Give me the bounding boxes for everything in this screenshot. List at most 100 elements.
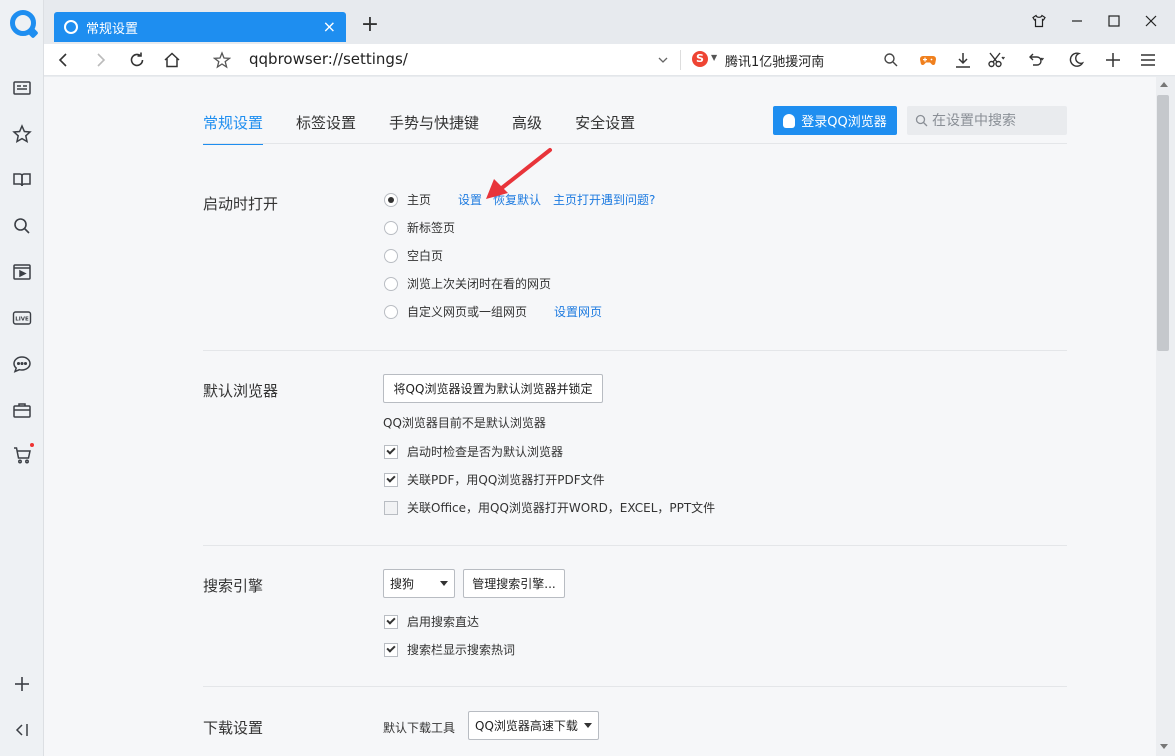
scroll-up-arrow-icon[interactable] <box>1160 82 1168 87</box>
tshirt-skin-icon[interactable] <box>1028 10 1050 32</box>
tab-advanced[interactable]: 高级 <box>512 112 542 145</box>
check-associate-office[interactable]: 关联Office，用QQ浏览器打开WORD，EXCEL，PPT文件 <box>384 499 715 516</box>
qq-browser-logo-icon[interactable] <box>10 10 36 36</box>
default-browser-status: QQ浏览器目前不是默认浏览器 <box>383 416 546 430</box>
tab-security-settings[interactable]: 安全设置 <box>575 112 635 145</box>
radio-blank-page[interactable] <box>384 248 398 263</box>
check-associate-pdf[interactable]: 关联PDF，用QQ浏览器打开PDF文件 <box>384 471 605 488</box>
section-divider <box>203 686 1067 687</box>
toolbar-divider <box>680 50 681 70</box>
tab-tab-settings[interactable]: 标签设置 <box>296 112 356 145</box>
search-submit-icon[interactable] <box>879 49 903 71</box>
search-box-hot-query[interactable]: 腾讯1亿驰援河南 <box>725 51 824 70</box>
news-icon[interactable] <box>8 74 36 102</box>
add-icon[interactable] <box>8 670 36 698</box>
collapse-sidebar-icon[interactable] <box>8 716 36 744</box>
checkbox-startup-default[interactable] <box>384 444 398 459</box>
undo-close-tab-icon[interactable] <box>1024 49 1048 71</box>
live-icon[interactable]: LIVE <box>8 304 36 332</box>
check-startup-default[interactable]: 启动时检查是否为默认浏览器 <box>384 443 563 460</box>
menu-hamburger-icon[interactable] <box>1136 49 1160 71</box>
check-search-direct[interactable]: 启用搜索直达 <box>384 613 479 630</box>
option-label: 浏览上次关闭时在看的网页 <box>407 277 552 291</box>
settings-nav-tabs: 常规设置 标签设置 手势与快捷键 高级 安全设置 <box>203 112 668 145</box>
default-browser-section-title: 默认浏览器 <box>203 382 279 400</box>
login-qq-browser-button[interactable]: 登录QQ浏览器 <box>773 106 897 135</box>
tab-general-settings[interactable]: 常规设置 <box>203 112 264 145</box>
checkbox-associate-pdf[interactable] <box>384 472 398 487</box>
select-value: 搜狗 <box>390 577 415 591</box>
engine-caret-icon[interactable]: ▼ <box>711 53 717 62</box>
address-toolbar: qqbrowser://settings/ S ▼ 腾讯1亿驰援河南 <box>44 44 1175 76</box>
default-download-tool-label: 默认下载工具 <box>383 721 456 735</box>
check-hot-words[interactable]: 搜索栏显示搜索热词 <box>384 641 515 658</box>
tab-close-button[interactable]: × <box>323 19 336 35</box>
set-default-browser-button[interactable]: 将QQ浏览器设置为默认浏览器并锁定 <box>383 374 603 403</box>
homepage-problem-link[interactable]: 主页打开遇到问题? <box>553 191 655 208</box>
address-bar-url[interactable]: qqbrowser://settings/ <box>249 50 408 68</box>
new-tab-button[interactable]: + <box>359 14 381 36</box>
option-label: 新标签页 <box>407 221 456 235</box>
download-section-title: 下载设置 <box>203 719 264 737</box>
radio-new-tab[interactable] <box>384 220 398 235</box>
tab-settings[interactable]: 常规设置 × <box>54 12 346 42</box>
search-icon[interactable] <box>8 212 36 240</box>
search-engine-select[interactable]: 搜狗 <box>383 569 455 598</box>
option-label: 自定义网页或一组网页 <box>407 305 528 319</box>
search-engine-section-title: 搜索引擎 <box>203 577 264 595</box>
radio-custom-pages[interactable] <box>384 304 398 319</box>
notification-dot <box>30 443 34 447</box>
manage-search-engines-button[interactable]: 管理搜索引擎... <box>463 569 565 598</box>
checkbox-label: 关联Office，用QQ浏览器打开WORD，EXCEL，PPT文件 <box>407 501 716 515</box>
shopping-cart-icon[interactable] <box>8 441 36 469</box>
scroll-down-arrow-icon[interactable] <box>1160 744 1168 749</box>
checkbox-label: 启用搜索直达 <box>407 615 480 629</box>
maximize-icon[interactable] <box>1103 10 1125 32</box>
radio-last-session[interactable] <box>384 276 398 291</box>
minimize-icon[interactable] <box>1066 10 1088 32</box>
section-divider <box>203 545 1067 546</box>
toolbox-icon[interactable] <box>8 396 36 424</box>
night-mode-moon-icon[interactable] <box>1064 49 1088 71</box>
startup-section-title: 启动时打开 <box>203 195 279 213</box>
back-icon[interactable] <box>52 49 76 71</box>
settings-search-box[interactable] <box>907 106 1067 135</box>
reload-icon[interactable] <box>125 49 149 71</box>
app-sidebar: LIVE <box>0 0 44 756</box>
favorite-star-icon[interactable] <box>210 49 234 71</box>
url-dropdown-chevron-icon[interactable] <box>651 49 675 71</box>
download-tool-select[interactable]: QQ浏览器高速下载 <box>468 711 599 740</box>
tab-gestures-shortcuts[interactable]: 手势与快捷键 <box>389 112 479 145</box>
checkbox-search-direct[interactable] <box>384 614 398 629</box>
sogou-engine-icon[interactable]: S <box>692 51 708 67</box>
startup-option-new-tab[interactable]: 新标签页 <box>384 219 455 236</box>
download-icon[interactable] <box>951 49 975 71</box>
video-icon[interactable] <box>8 258 36 286</box>
checkbox-associate-office[interactable] <box>384 500 398 515</box>
qq-penguin-icon <box>783 113 796 128</box>
search-icon <box>915 114 928 127</box>
forward-icon[interactable] <box>88 49 112 71</box>
chat-bubble-icon[interactable] <box>8 350 36 378</box>
close-window-icon[interactable] <box>1140 10 1162 32</box>
homepage-set-link[interactable]: 设置 <box>458 191 482 208</box>
settings-favicon-icon <box>64 20 78 34</box>
startup-option-custom-pages[interactable]: 自定义网页或一组网页 设置网页 <box>384 303 602 320</box>
annotation-arrow <box>486 148 552 199</box>
checkbox-hot-words[interactable] <box>384 642 398 657</box>
set-pages-link[interactable]: 设置网页 <box>554 303 602 320</box>
bookmark-star-icon[interactable] <box>8 120 36 148</box>
startup-option-last-session[interactable]: 浏览上次关闭时在看的网页 <box>384 275 551 292</box>
startup-option-blank-page[interactable]: 空白页 <box>384 247 443 264</box>
radio-homepage[interactable] <box>384 192 398 207</box>
home-icon[interactable] <box>160 49 184 71</box>
settings-search-input[interactable] <box>932 112 1062 129</box>
scrollbar-thumb[interactable] <box>1157 95 1169 351</box>
extensions-plus-icon[interactable] <box>1101 49 1125 71</box>
game-controller-icon[interactable] <box>916 49 940 71</box>
screenshot-scissors-icon[interactable] <box>984 49 1008 71</box>
reading-book-icon[interactable] <box>8 166 36 194</box>
checkbox-label: 关联PDF，用QQ浏览器打开PDF文件 <box>407 473 605 487</box>
tab-title: 常规设置 <box>86 21 139 37</box>
checkbox-label: 搜索栏显示搜索热词 <box>407 643 516 657</box>
